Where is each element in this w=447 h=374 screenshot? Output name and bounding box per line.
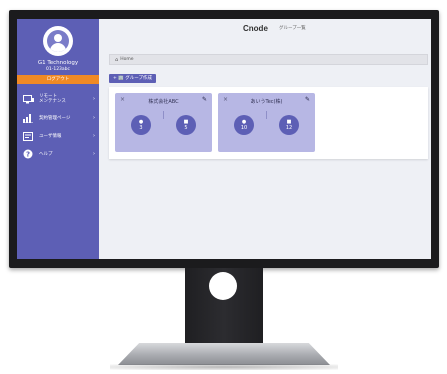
- sidebar-item-contract-management[interactable]: 契約管理ページ ›: [17, 111, 99, 125]
- brand-logo: Cnode: [243, 24, 268, 33]
- screen: G1 Technology 01-123abc ログアウト リモート メンテナン…: [17, 19, 431, 259]
- user-count: 10: [240, 125, 248, 131]
- device-count: 12: [285, 125, 293, 131]
- main-content: Cnode グループ一覧 ⌂ Home + 🏢 グループ作成 × 株式会社ABC…: [99, 19, 431, 259]
- bar-chart-icon: [22, 113, 34, 123]
- monitor-stand-neck: [185, 268, 263, 346]
- group-list-panel: × 株式会社ABC ✎ ● 3 ■ 5 × あいうTec(株) ✎ ● 10 ■…: [109, 87, 428, 159]
- group-name: 株式会社ABC: [148, 99, 179, 105]
- card-divider: [163, 111, 164, 119]
- avatar[interactable]: [43, 26, 73, 56]
- user-count-badge[interactable]: ● 3: [131, 115, 151, 135]
- monitor-wrench-icon: [22, 94, 34, 104]
- breadcrumb-home-link[interactable]: Home: [120, 57, 133, 62]
- page-title: グループ一覧: [279, 26, 306, 31]
- breadcrumb: ⌂ Home: [109, 54, 428, 65]
- group-card[interactable]: × 株式会社ABC ✎ ● 3 ■ 5: [115, 93, 212, 152]
- stand-shadow: [110, 364, 338, 370]
- user-icon: [47, 30, 69, 52]
- chevron-right-icon: ›: [93, 133, 95, 139]
- group-card[interactable]: × あいうTec(株) ✎ ● 10 ■ 12: [218, 93, 315, 152]
- sidebar-item-label: リモート メンテナンス: [39, 94, 66, 104]
- company-id: 01-123abc: [45, 67, 71, 72]
- chevron-right-icon: ›: [93, 115, 95, 121]
- edit-icon[interactable]: ✎: [305, 96, 310, 103]
- edit-icon[interactable]: ✎: [202, 96, 207, 103]
- device-count: 5: [184, 125, 188, 131]
- user-count: 3: [139, 125, 143, 131]
- sidebar-item-help[interactable]: ? ヘルプ ›: [17, 147, 99, 161]
- create-group-button[interactable]: + 🏢 グループ作成: [109, 74, 156, 83]
- svg-text:?: ?: [26, 151, 30, 159]
- id-card-icon: [22, 131, 34, 141]
- company-name: G1 Technology: [37, 60, 79, 66]
- sidebar-item-label: 契約管理ページ: [39, 115, 71, 121]
- sidebar-item-remote-maintenance[interactable]: リモート メンテナンス ›: [17, 91, 99, 107]
- sidebar-item-label: ユーザ情報: [39, 133, 62, 139]
- stand-cable-hole: [209, 272, 237, 300]
- sidebar: G1 Technology 01-123abc ログアウト リモート メンテナン…: [17, 19, 99, 259]
- chevron-right-icon: ›: [93, 96, 95, 102]
- monitor-bezel: G1 Technology 01-123abc ログアウト リモート メンテナン…: [9, 10, 439, 268]
- sidebar-item-user-info[interactable]: ユーザ情報 ›: [17, 129, 99, 143]
- chevron-right-icon: ›: [93, 151, 95, 157]
- monitor-stand-base: [118, 343, 330, 365]
- sidebar-item-label: ヘルプ: [39, 151, 53, 157]
- home-icon: ⌂: [115, 56, 119, 63]
- help-circle-icon: ?: [22, 149, 34, 159]
- logout-button[interactable]: ログアウト: [17, 75, 99, 84]
- user-count-badge[interactable]: ● 10: [234, 115, 254, 135]
- group-name: あいうTec(株): [250, 99, 283, 105]
- device-count-badge[interactable]: ■ 5: [176, 115, 196, 135]
- card-divider: [266, 111, 267, 119]
- device-count-badge[interactable]: ■ 12: [279, 115, 299, 135]
